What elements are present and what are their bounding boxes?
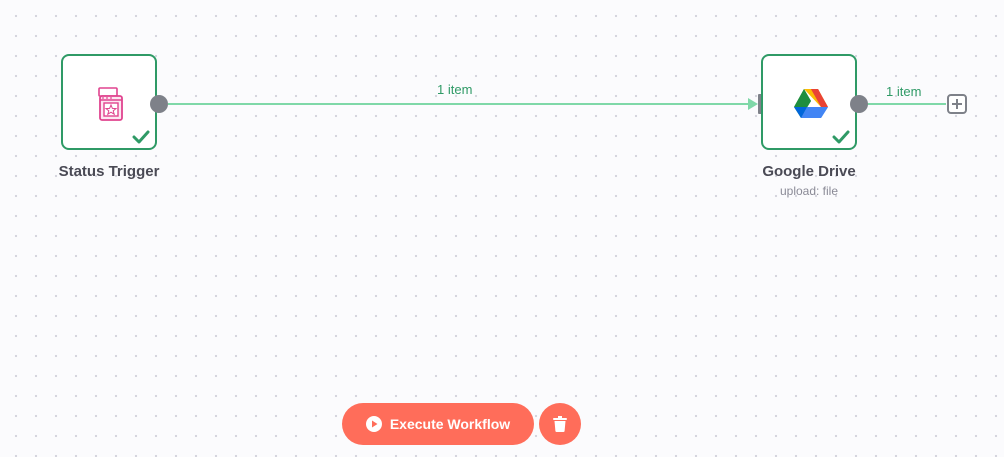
play-icon [365,416,382,432]
connection-label-drive-output: 1 item [886,84,922,99]
add-node-button[interactable] [947,94,967,114]
output-handle-status-trigger[interactable] [150,95,168,113]
execute-workflow-button[interactable]: Execute Workflow [342,403,534,445]
node-status-trigger[interactable] [61,54,157,150]
connection-arrowhead [748,98,758,110]
success-check-icon [132,130,150,144]
google-drive-icon [794,89,828,118]
workflow-canvas[interactable]: Status Trigger 1 item Google Drive uploa… [0,0,1004,457]
trash-icon [553,416,567,432]
node-subtitle-google-drive: upload: file [779,184,839,198]
connection-label-trigger-to-drive: 1 item [437,82,473,97]
execute-workflow-label: Execute Workflow [389,416,511,432]
status-trigger-icon [98,87,123,121]
node-google-drive[interactable] [761,54,857,150]
plus-icon [952,99,962,109]
success-check-icon [832,130,850,144]
node-title-status-trigger: Status Trigger [58,163,160,180]
output-handle-google-drive[interactable] [850,95,868,113]
node-title-google-drive: Google Drive [762,163,856,180]
delete-execution-button[interactable] [539,403,581,445]
